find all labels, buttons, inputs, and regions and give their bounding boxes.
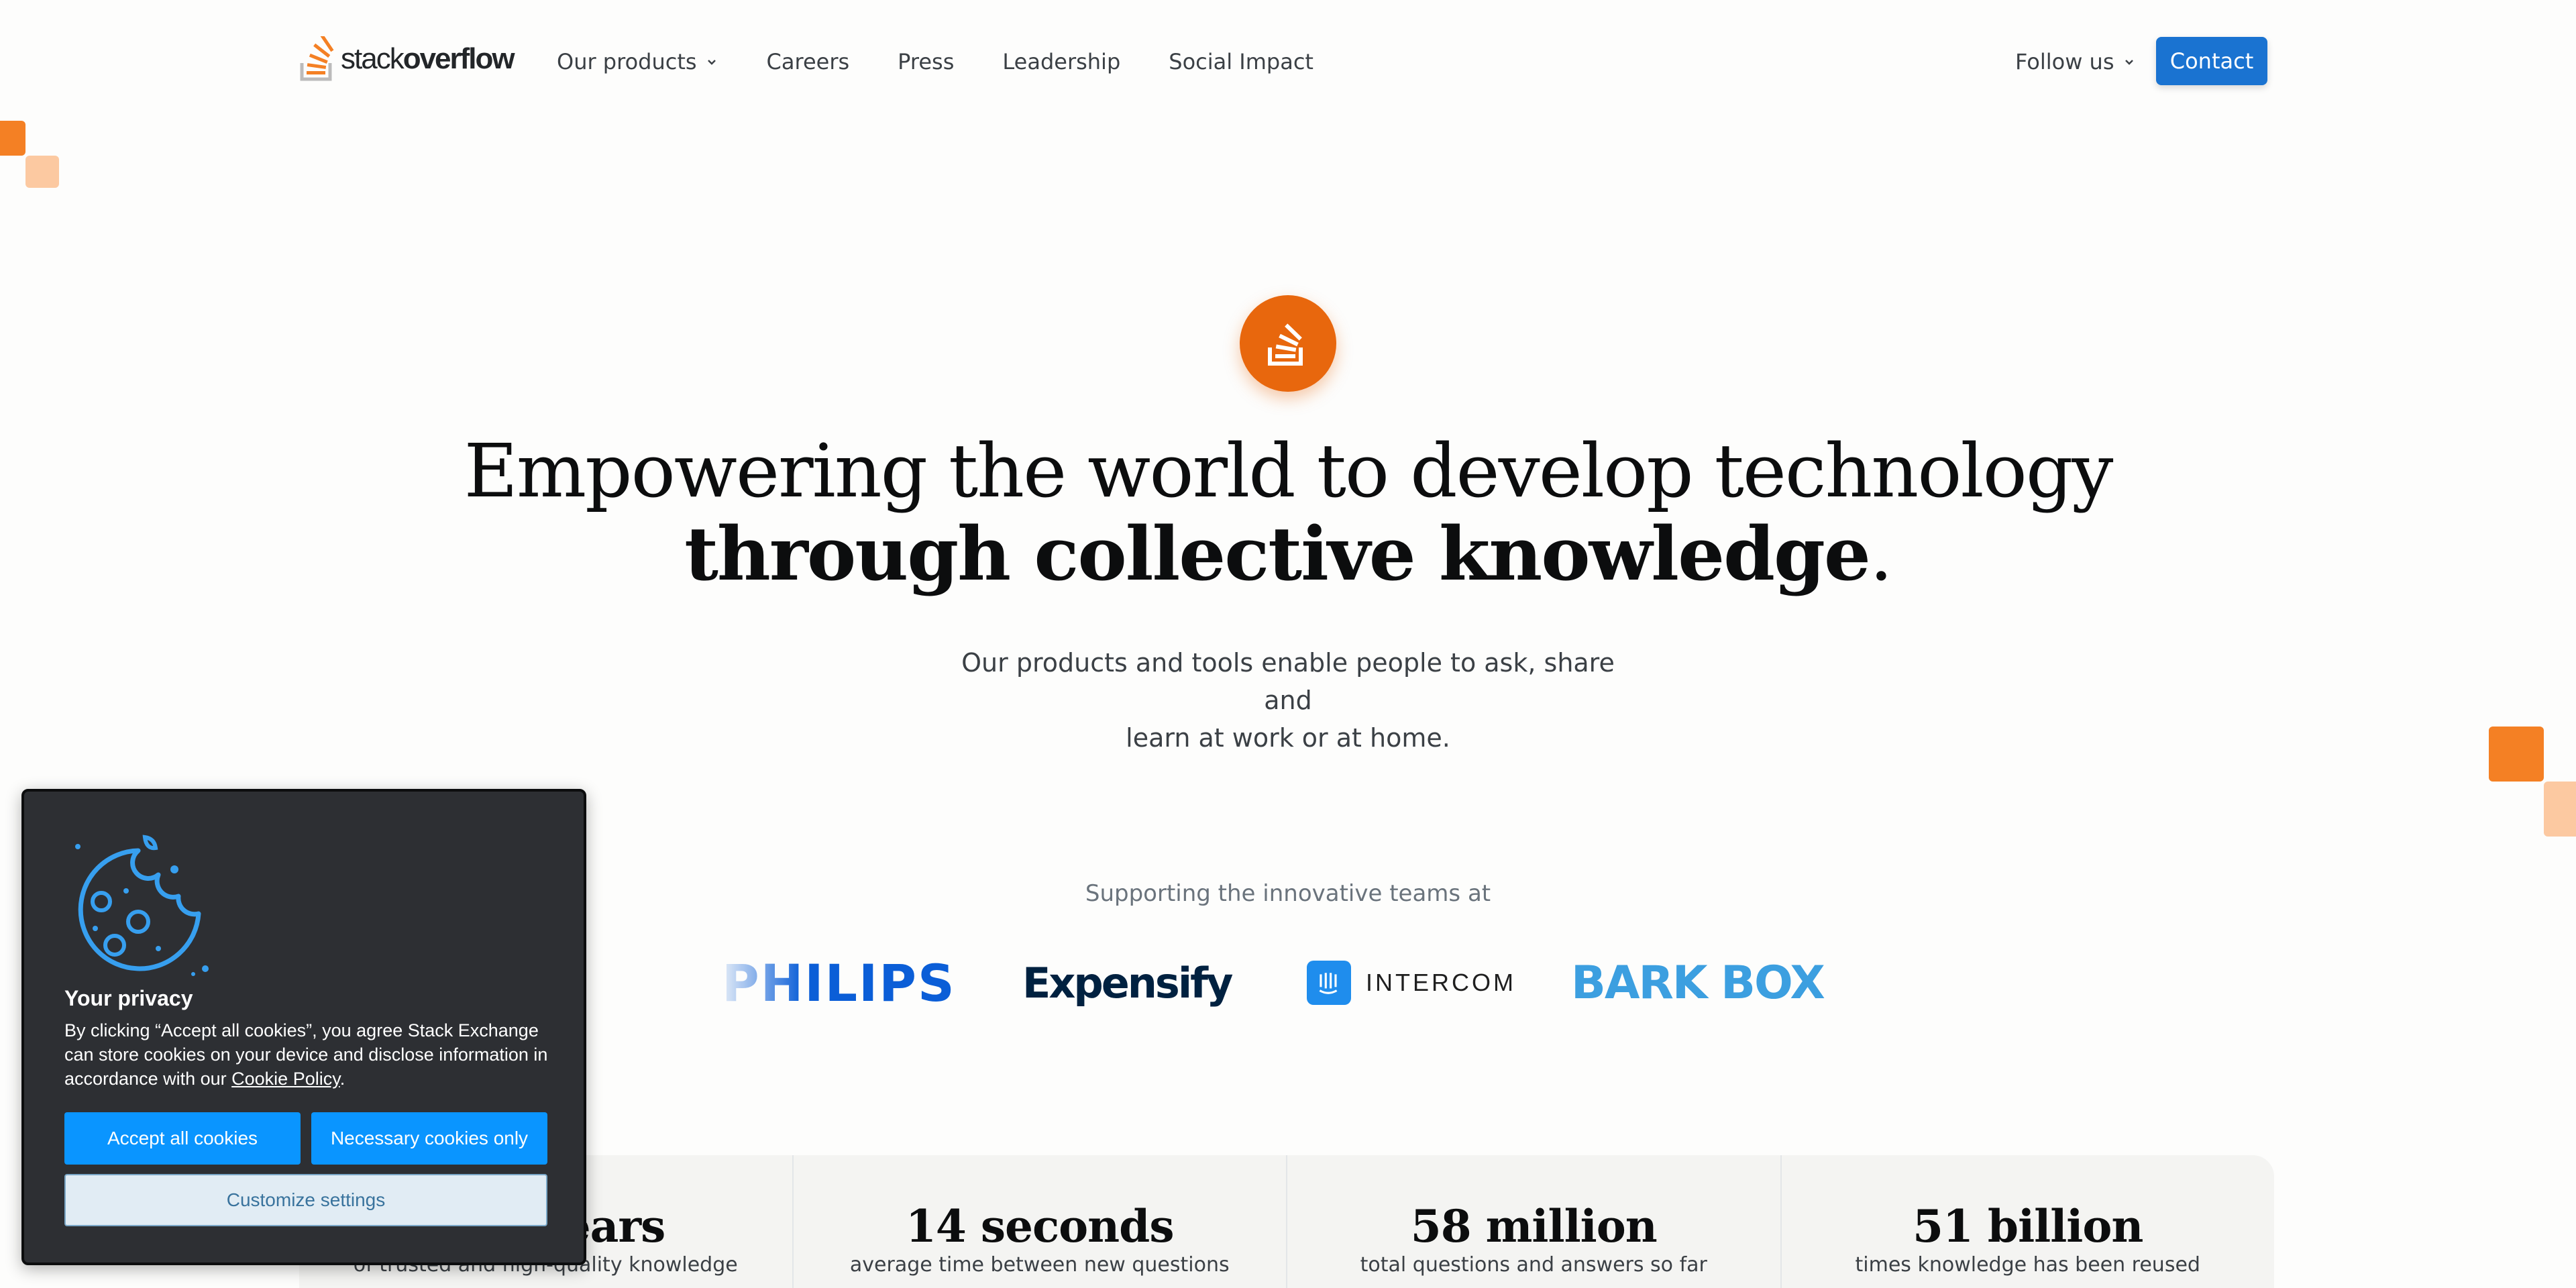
logo-text: stackoverflow (341, 42, 515, 75)
cookie-text: By clicking “Accept all cookies”, you ag… (64, 1020, 548, 1089)
stack-icon (1240, 295, 1336, 392)
nav-leadership[interactable]: Leadership (1002, 49, 1120, 74)
hero-title: Empowering the world to develop technolo… (0, 429, 2576, 596)
accept-all-cookies-button[interactable]: Accept all cookies (64, 1112, 301, 1165)
nav-press[interactable]: Press (898, 49, 954, 74)
nav-careers[interactable]: Careers (767, 49, 850, 74)
stat-item: 51 billion times knowledge has been reus… (1780, 1155, 2275, 1288)
intercom-icon (1307, 961, 1351, 1005)
customize-settings-button[interactable]: Customize settings (64, 1174, 547, 1226)
nav-our-products-label: Our products (557, 49, 697, 74)
decorative-square (2489, 727, 2544, 782)
decorative-square (2544, 782, 2576, 837)
decorative-square (25, 156, 59, 188)
stat-label: average time between new questions (849, 1253, 1230, 1277)
barkbox-logo: BARK BOX (1571, 956, 1825, 1010)
nav-social-impact[interactable]: Social Impact (1169, 49, 1313, 74)
decorative-square (0, 121, 25, 156)
necessary-cookies-button[interactable]: Necessary cookies only (311, 1112, 547, 1165)
partner-logos: PHILIPS Expensify INTERCOM BARK BOX (722, 953, 1856, 1013)
cookie-icon (75, 835, 209, 976)
hero-title-line2: through collective knowledge. (684, 511, 1893, 597)
hero-subtitle: Our products and tools enable people to … (961, 648, 1615, 753)
stat-value: 51 billion (1913, 1200, 2143, 1252)
expensify-logo: Expensify (1022, 958, 1233, 1008)
site-header: stackoverflow Our products Careers Press… (0, 0, 2576, 123)
stat-item: 14 seconds average time between new ques… (792, 1155, 1287, 1288)
stat-label: total questions and answers so far (1360, 1253, 1707, 1277)
stackoverflow-logo[interactable]: stackoverflow (299, 35, 515, 83)
cookie-banner: Your privacy By clicking “Accept all coo… (21, 789, 586, 1265)
main-nav: Our products Careers Press Leadership So… (557, 42, 1362, 82)
stat-value: 14 seconds (906, 1200, 1174, 1252)
stat-label: times knowledge has been reused (1855, 1253, 2200, 1277)
stats-panel: 15+ years of trusted and high-quality kn… (299, 1155, 2274, 1288)
hero-title-line1: Empowering the world to develop technolo… (464, 428, 2114, 514)
contact-button[interactable]: Contact (2156, 37, 2267, 85)
stat-item: 58 million total questions and answers s… (1286, 1155, 1780, 1288)
nav-our-products[interactable]: Our products (557, 49, 718, 74)
stack-icon (300, 36, 334, 81)
stat-value: 58 million (1410, 1200, 1658, 1252)
cookie-policy-link[interactable]: Cookie Policy (231, 1069, 340, 1089)
chevron-down-icon (707, 60, 716, 65)
philips-logo: PHILIPS (722, 953, 956, 1013)
follow-us-label: Follow us (2015, 49, 2114, 74)
follow-us-dropdown[interactable]: Follow us (2015, 42, 2136, 82)
cookie-title: Your privacy (64, 986, 193, 1010)
intercom-logo: INTERCOM (1307, 953, 1516, 1013)
chevron-down-icon (2125, 60, 2133, 65)
